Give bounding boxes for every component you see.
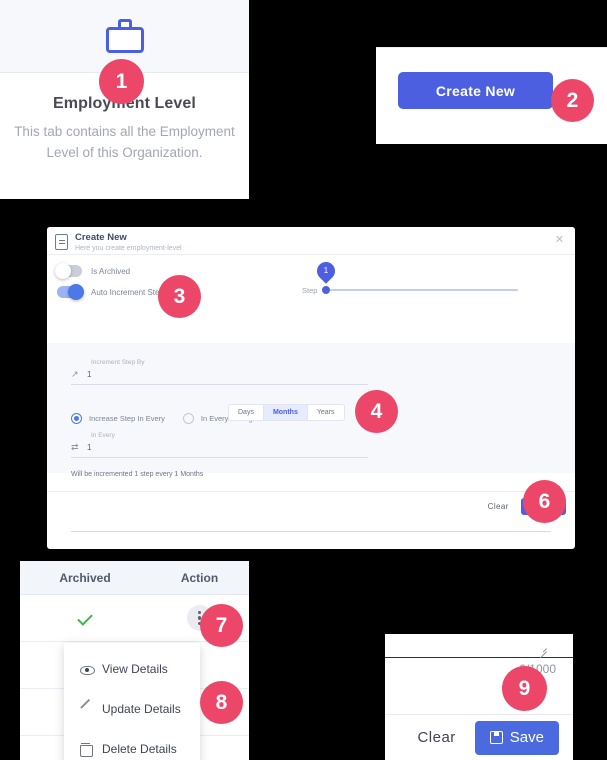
step-badge-3: 3 <box>158 275 201 318</box>
menu-item-label: Delete Details <box>102 742 177 756</box>
clear-button[interactable]: Clear <box>417 729 455 746</box>
in-every-label: In Every <box>91 432 115 439</box>
table-header-row: Archived Action <box>20 561 249 595</box>
in-every-field: In Every ⇄ <box>71 432 368 458</box>
document-icon <box>55 234 68 250</box>
auto-increment-step-label: Auto Increment Step <box>91 287 164 297</box>
briefcase-icon <box>105 19 144 53</box>
row-context-menu: View Details Update Details Delete Detai… <box>64 643 200 760</box>
menu-item-view-details[interactable]: View Details <box>64 649 200 689</box>
modal-subtitle: Here you create employment-level <box>75 245 182 252</box>
briefcase-body <box>105 27 144 53</box>
menu-item-label: View Details <box>102 662 168 676</box>
modal-title: Create New <box>75 232 127 243</box>
radio-dot <box>71 413 82 424</box>
radio-dot <box>182 413 194 424</box>
unit-button-years[interactable]: Years <box>307 404 345 421</box>
step-badge-6: 6 <box>523 480 566 523</box>
step-slider-thumb[interactable] <box>322 286 331 294</box>
checkmark-icon <box>77 610 93 626</box>
in-every-line: ⇄ <box>71 442 368 458</box>
toggle-knob <box>68 284 84 300</box>
unit-button-days[interactable]: Days <box>228 404 264 421</box>
unit-button-months[interactable]: Months <box>263 404 308 421</box>
kebab-dot <box>197 610 202 614</box>
step-badge-4: 4 <box>355 390 398 433</box>
eye-icon <box>80 663 102 676</box>
clear-button[interactable]: Clear <box>488 502 509 511</box>
auto-increment-step-toggle[interactable] <box>57 284 84 300</box>
create-new-button[interactable]: Create New <box>398 72 553 109</box>
floppy-disk-icon <box>489 731 503 744</box>
is-archived-toggle-row: Is Archived <box>47 255 575 279</box>
step-slider-value: 1 <box>324 266 329 275</box>
is-archived-label: Is Archived <box>91 266 131 276</box>
menu-item-delete-details[interactable]: Delete Details <box>64 729 200 760</box>
step-badge-1: 1 <box>99 59 144 104</box>
is-archived-toggle[interactable] <box>55 263 82 279</box>
step-badge-2: 2 <box>551 79 594 122</box>
cell-archived <box>20 609 150 627</box>
increment-step-by-input[interactable] <box>87 370 368 379</box>
trend-up-icon: ↗ <box>71 369 79 379</box>
increment-help-text: Will be incremented 1 step every 1 Month… <box>71 471 204 478</box>
step-slider: Step 1 <box>302 258 518 297</box>
time-unit-button-group: Days Months Years <box>228 404 345 421</box>
tab-description: This tab contains all the Employment Lev… <box>14 124 235 160</box>
modal-header-text: Create New Here you create employment-le… <box>75 232 182 252</box>
increment-step-by-line: ↗ <box>71 369 368 385</box>
increment-step-by-label: Increment Step By <box>91 359 145 366</box>
step-badge-8: 8 <box>200 681 243 724</box>
screenshot-stage: Employment Level This tab contains all t… <box>0 0 607 760</box>
increment-step-by-field: Increment Step By ↗ <box>71 359 368 385</box>
menu-item-update-details[interactable]: Update Details <box>64 689 200 729</box>
step-badge-7: 7 <box>200 604 243 647</box>
step-slider-label: Step <box>302 285 318 295</box>
swap-icon: ⇄ <box>71 442 79 452</box>
footer-actions: Clear Save <box>385 715 573 760</box>
create-new-modal: Create New Here you create employment-le… <box>47 227 575 549</box>
menu-item-label: Update Details <box>102 702 181 716</box>
save-button-label: Save <box>509 729 544 746</box>
pencil-icon <box>80 703 102 716</box>
close-icon[interactable]: ✕ <box>554 235 565 246</box>
save-button[interactable]: Save <box>474 720 559 755</box>
radio-label: Increase Step In Every <box>89 414 165 423</box>
in-every-input[interactable] <box>87 443 368 452</box>
step-badge-9: 9 <box>502 666 547 711</box>
column-header-action: Action <box>180 570 219 585</box>
trash-icon <box>80 742 102 757</box>
column-header-archived: Archived <box>59 570 111 585</box>
radio-increase-step-in-every[interactable]: Increase Step In Every <box>71 413 165 424</box>
modal-footer: Clear Save <box>47 491 575 520</box>
modal-header: Create New Here you create employment-le… <box>47 227 575 255</box>
description-textarea[interactable] <box>385 634 573 658</box>
toggle-knob <box>55 263 71 279</box>
step-slider-track[interactable]: 1 <box>313 258 518 294</box>
resize-handle-icon[interactable] <box>538 644 547 653</box>
